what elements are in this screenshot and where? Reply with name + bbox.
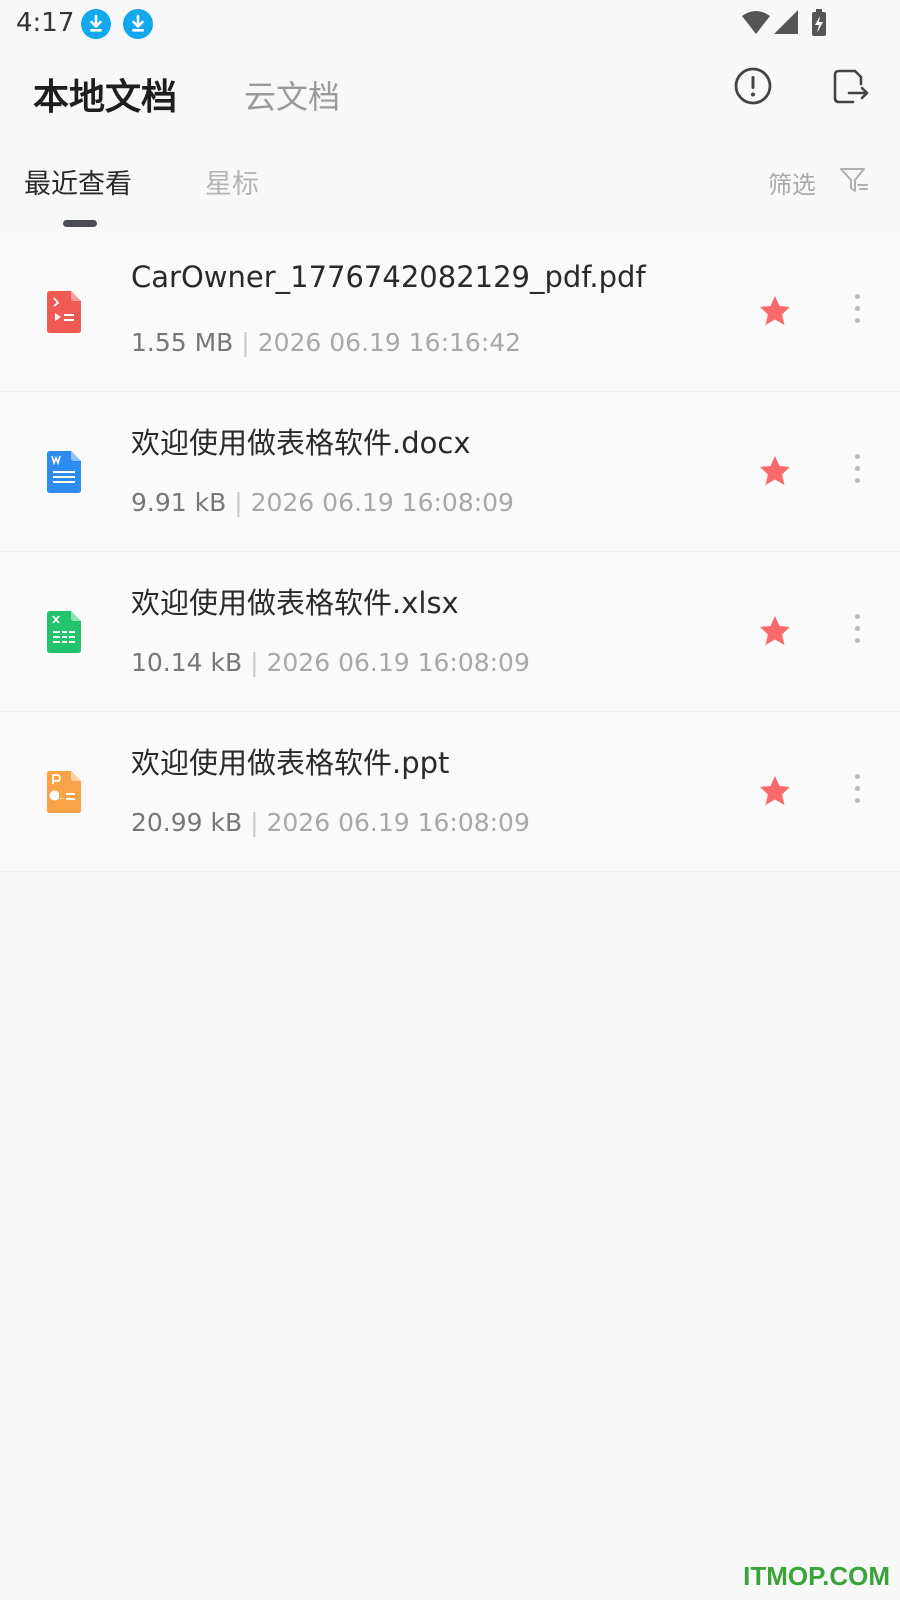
subtabs: 最近查看 星标 筛选: [0, 150, 900, 234]
wifi-icon: [742, 11, 770, 34]
file-list: CarOwner_1776742082129_pdf.pdf 1.55 MB |…: [0, 232, 900, 872]
file-row[interactable]: CarOwner_1776742082129_pdf.pdf 1.55 MB |…: [0, 232, 900, 392]
file-name: 欢迎使用做表格软件.docx: [131, 426, 471, 460]
download-icon: [123, 9, 153, 39]
excel-file-icon: [47, 611, 81, 653]
meta-separator: |: [241, 328, 250, 357]
filter-button[interactable]: 筛选: [768, 165, 816, 200]
status-bar: 4:17: [0, 0, 900, 50]
file-name: 欢迎使用做表格软件.xlsx: [131, 586, 459, 620]
meta-separator: |: [250, 808, 259, 837]
file-name: CarOwner_1776742082129_pdf.pdf: [131, 260, 646, 294]
file-meta: 9.91 kB | 2026 06.19 16:08:09: [131, 488, 514, 517]
file-date: 2026 06.19 16:16:42: [257, 328, 522, 357]
meta-separator: |: [234, 488, 243, 517]
word-file-icon: [47, 451, 81, 493]
app-screen: 4:17 本地文档 云文档 最近查看 星标 筛选 CarOwner_177674…: [0, 0, 900, 1600]
cell-signal-icon: [774, 10, 798, 34]
file-meta: 1.55 MB | 2026 06.19 16:16:42: [131, 328, 521, 357]
file-row[interactable]: 欢迎使用做表格软件.ppt 20.99 kB | 2026 06.19 16:0…: [0, 712, 900, 872]
pdf-file-icon: [47, 291, 81, 333]
top-header: 本地文档 云文档: [0, 50, 900, 140]
file-meta: 10.14 kB | 2026 06.19 16:08:09: [131, 648, 530, 677]
tab-starred[interactable]: 星标: [205, 162, 259, 201]
star-icon[interactable]: [758, 294, 792, 328]
ppt-file-icon: [47, 771, 81, 813]
active-tab-indicator: [63, 220, 97, 227]
file-size: 1.55 MB: [131, 328, 234, 357]
more-options-icon[interactable]: [846, 450, 868, 490]
download-icon: [81, 9, 111, 39]
more-options-icon[interactable]: [846, 610, 868, 650]
meta-separator: |: [250, 648, 259, 677]
star-icon[interactable]: [758, 614, 792, 648]
file-name: 欢迎使用做表格软件.ppt: [131, 746, 450, 780]
battery-charging-icon: [812, 9, 826, 36]
more-options-icon[interactable]: [846, 290, 868, 330]
tab-recent[interactable]: 最近查看: [24, 162, 132, 201]
info-icon[interactable]: [731, 64, 775, 108]
file-date: 2026 06.19 16:08:09: [266, 808, 530, 837]
file-size: 20.99 kB: [131, 808, 243, 837]
file-date: 2026 06.19 16:08:09: [250, 488, 514, 517]
file-date: 2026 06.19 16:08:09: [266, 648, 530, 677]
file-size: 10.14 kB: [131, 648, 243, 677]
tab-cloud-documents[interactable]: 云文档: [244, 72, 340, 118]
more-options-icon[interactable]: [846, 770, 868, 810]
file-row[interactable]: 欢迎使用做表格软件.xlsx 10.14 kB | 2026 06.19 16:…: [0, 552, 900, 712]
system-status-icons: [742, 9, 826, 36]
watermark: ITMOP.COM: [743, 1561, 890, 1591]
tab-local-documents[interactable]: 本地文档: [33, 68, 177, 120]
star-icon[interactable]: [758, 774, 792, 808]
status-time: 4:17: [16, 8, 75, 38]
filter-icon[interactable]: [838, 164, 870, 196]
file-row[interactable]: 欢迎使用做表格软件.docx 9.91 kB | 2026 06.19 16:0…: [0, 392, 900, 552]
export-document-icon[interactable]: [827, 64, 871, 108]
star-icon[interactable]: [758, 454, 792, 488]
file-size: 9.91 kB: [131, 488, 227, 517]
file-meta: 20.99 kB | 2026 06.19 16:08:09: [131, 808, 530, 837]
